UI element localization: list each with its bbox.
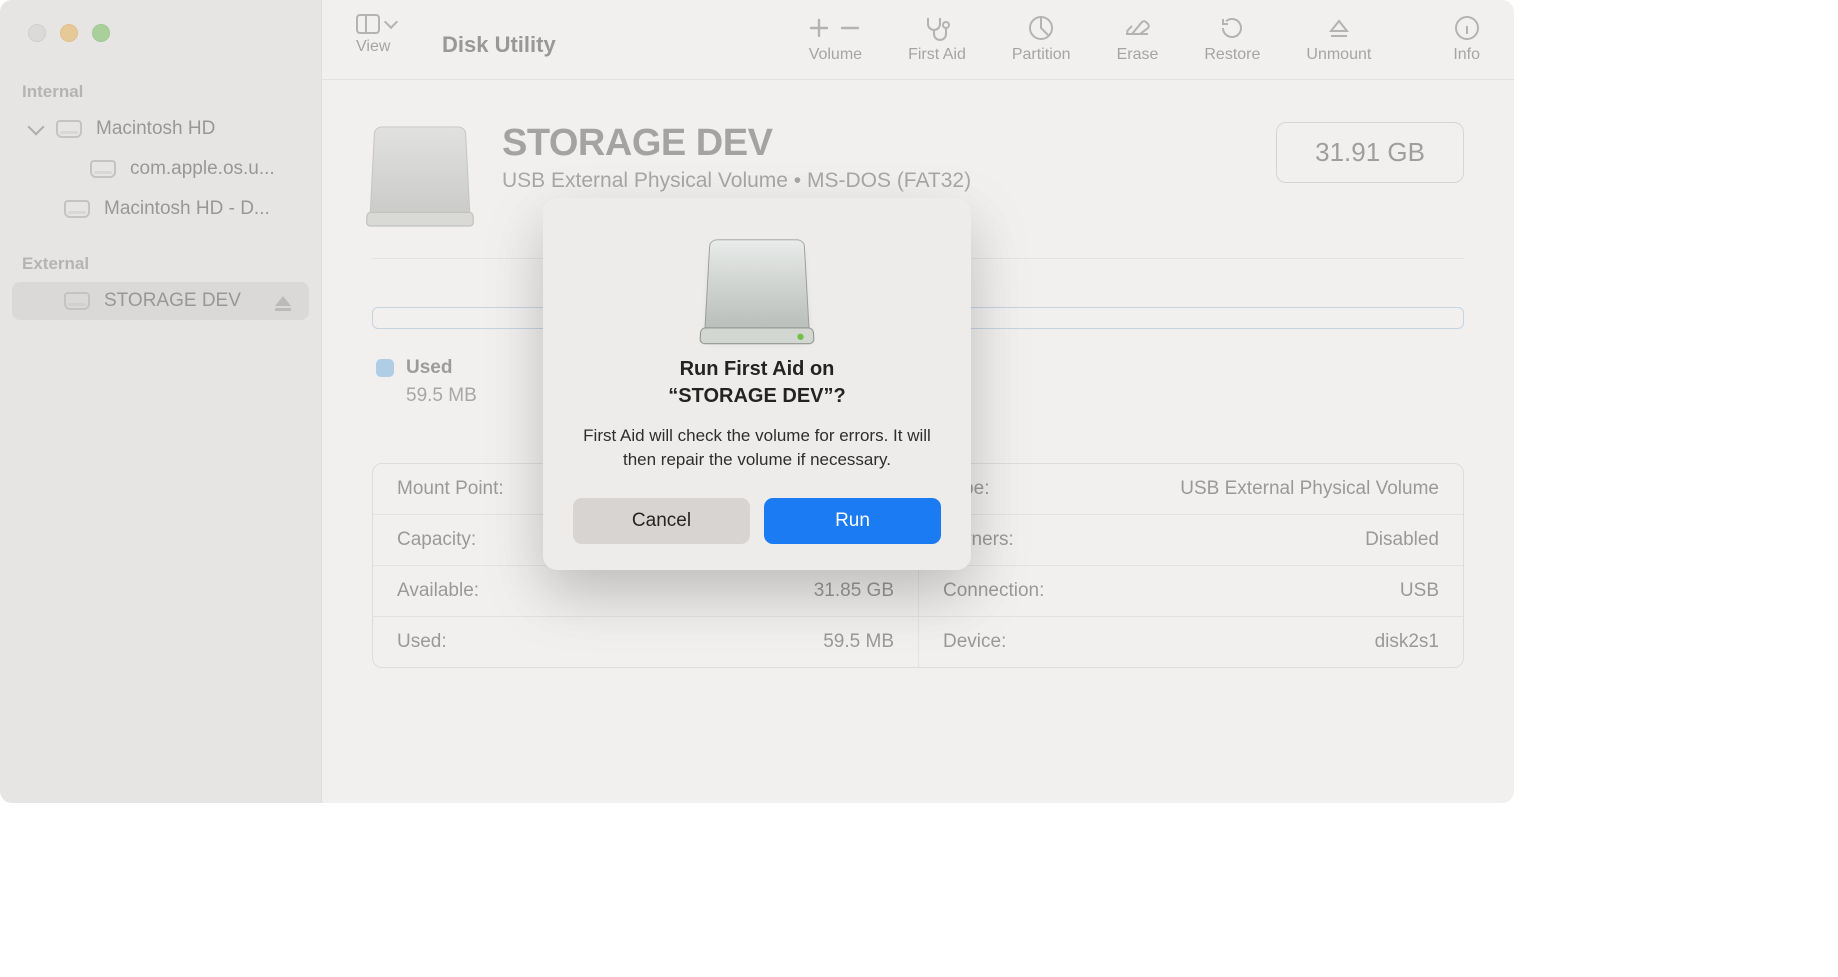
detail-row-used: Used: 59.5 MB (373, 617, 918, 667)
dialog-body: First Aid will check the volume for erro… (573, 424, 941, 472)
detail-label: Device: (943, 631, 1006, 653)
detail-row-device: Device: disk2s1 (918, 617, 1463, 667)
eject-icon (1327, 14, 1351, 42)
eject-icon[interactable] (275, 296, 291, 306)
detail-label: Available: (397, 580, 479, 602)
disk-icon (64, 292, 90, 310)
restore-icon (1219, 14, 1245, 42)
sidebar-item-label: STORAGE DEV (104, 290, 241, 312)
run-button[interactable]: Run (764, 498, 941, 544)
partition-button[interactable]: Partition (1012, 14, 1071, 64)
pie-icon (1028, 14, 1054, 42)
detail-label: Mount Point: (397, 478, 504, 500)
sidebar-item-label: Macintosh HD (96, 118, 215, 140)
unmount-label: Unmount (1306, 46, 1371, 64)
detail-value: 31.85 GB (814, 580, 894, 602)
detail-label: Used: (397, 631, 447, 653)
volume-total-size: 31.91 GB (1276, 122, 1464, 183)
erase-label: Erase (1117, 46, 1159, 64)
disk-utility-window: Internal Macintosh HD com.apple.os.u... … (0, 0, 1514, 803)
detail-row-available: Available: 31.85 GB (373, 566, 918, 617)
erase-button[interactable]: Erase (1117, 14, 1159, 64)
disk-icon (64, 200, 90, 218)
sidebar-item-com-apple-os[interactable]: com.apple.os.u... (12, 150, 309, 188)
info-label: Info (1453, 46, 1480, 64)
info-icon (1454, 14, 1480, 42)
sidebar: Internal Macintosh HD com.apple.os.u... … (0, 0, 322, 803)
detail-value: 59.5 MB (823, 631, 894, 653)
usage-used: Used 59.5 MB (376, 357, 477, 407)
detail-label: Connection: (943, 580, 1044, 602)
partition-label: Partition (1012, 46, 1071, 64)
unmount-button[interactable]: Unmount (1306, 14, 1371, 64)
erase-icon (1122, 14, 1152, 42)
restore-label: Restore (1204, 46, 1260, 64)
close-window-button[interactable] (28, 24, 46, 42)
detail-label: Capacity: (397, 529, 476, 551)
volume-title: STORAGE DEV (502, 122, 971, 165)
minus-icon (840, 14, 860, 42)
detail-row-type: Type: USB External Physical Volume (918, 464, 1463, 515)
used-swatch-icon (376, 359, 394, 377)
fullscreen-window-button[interactable] (92, 24, 110, 42)
first-aid-label: First Aid (908, 46, 966, 64)
dialog-disk-icon (704, 239, 810, 333)
detail-value: USB External Physical Volume (1180, 478, 1439, 500)
detail-row-owners: Owners: Disabled (918, 515, 1463, 566)
first-aid-dialog: Run First Aid on “STORAGE DEV”? First Ai… (543, 198, 971, 570)
restore-button[interactable]: Restore (1204, 14, 1260, 64)
used-value: 59.5 MB (376, 385, 477, 407)
minimize-window-button[interactable] (60, 24, 78, 42)
detail-value: Disabled (1365, 529, 1439, 551)
volume-label: Volume (809, 46, 862, 64)
volume-add-button[interactable] (809, 14, 829, 42)
info-button[interactable]: Info (1453, 14, 1480, 64)
volume-remove-button[interactable]: Volume (839, 14, 862, 64)
sidebar-item-label: Macintosh HD - D... (104, 198, 270, 220)
volume-disk-icon (370, 127, 471, 219)
disk-icon (90, 160, 116, 178)
dialog-title-line1: Run First Aid on (680, 358, 835, 380)
app-title: Disk Utility (442, 32, 556, 58)
disk-icon (56, 120, 82, 138)
sidebar-layout-icon (356, 14, 380, 34)
volume-subtitle: USB External Physical Volume • MS-DOS (F… (502, 169, 971, 193)
sidebar-item-macintosh-hd[interactable]: Macintosh HD (12, 110, 309, 148)
stethoscope-icon (922, 14, 952, 42)
dialog-title-line2: “STORAGE DEV”? (668, 385, 845, 407)
dialog-buttons: Cancel Run (573, 498, 941, 544)
sidebar-internal-header: Internal (0, 78, 321, 108)
chevron-down-icon (384, 15, 398, 29)
detail-value: USB (1400, 580, 1439, 602)
dialog-title: Run First Aid on “STORAGE DEV”? (573, 356, 941, 410)
detail-row-connection: Connection: USB (918, 566, 1463, 617)
sidebar-item-storage-dev[interactable]: STORAGE DEV (12, 282, 309, 320)
chevron-down-icon (28, 119, 45, 136)
first-aid-button[interactable]: First Aid (908, 14, 966, 64)
sidebar-external-header: External (0, 250, 321, 280)
cancel-button[interactable]: Cancel (573, 498, 750, 544)
detail-value: disk2s1 (1375, 631, 1439, 653)
sidebar-item-macintosh-hd-data[interactable]: Macintosh HD - D... (12, 190, 309, 228)
view-menu-button[interactable]: View (356, 14, 396, 56)
plus-icon (809, 14, 829, 42)
view-label: View (356, 38, 390, 56)
used-label: Used (406, 357, 452, 379)
toolbar: View Disk Utility Volume First Aid (322, 0, 1514, 80)
window-controls (0, 24, 321, 42)
sidebar-item-label: com.apple.os.u... (130, 158, 275, 180)
